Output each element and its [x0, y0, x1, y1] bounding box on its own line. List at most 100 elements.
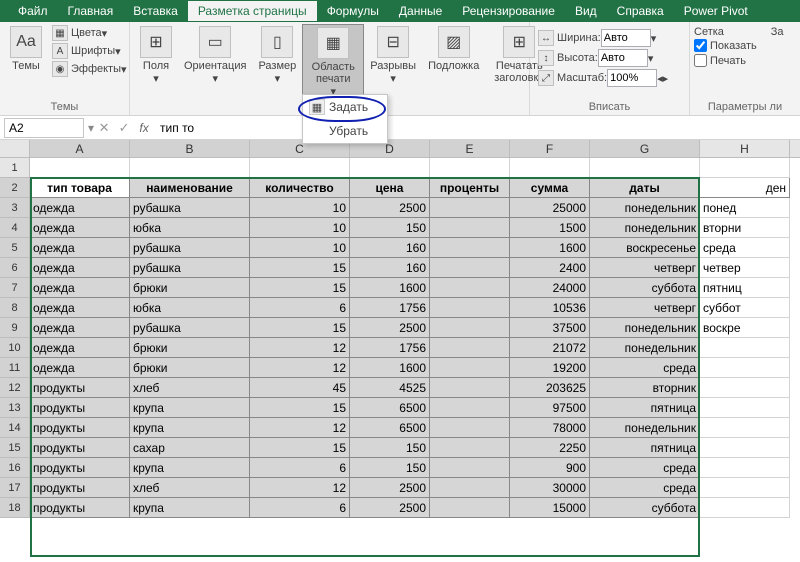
cell[interactable]: юбка [130, 218, 250, 238]
row-header[interactable]: 13 [0, 398, 30, 418]
cell[interactable]: 15 [250, 278, 350, 298]
cell[interactable]: 37500 [510, 318, 590, 338]
cell[interactable]: суббота [590, 278, 700, 298]
row-header[interactable]: 6 [0, 258, 30, 278]
cell[interactable]: одежда [30, 278, 130, 298]
cell[interactable]: 15 [250, 438, 350, 458]
cell[interactable]: 1756 [350, 298, 430, 318]
tab-review[interactable]: Рецензирование [452, 1, 565, 21]
col-header[interactable]: A [30, 140, 130, 157]
row-header[interactable]: 9 [0, 318, 30, 338]
cell[interactable]: 15000 [510, 498, 590, 518]
tab-home[interactable]: Главная [58, 1, 124, 21]
cell[interactable]: 2500 [350, 498, 430, 518]
cell[interactable] [700, 358, 790, 378]
cell[interactable]: 30000 [510, 478, 590, 498]
cell[interactable]: вторни [700, 218, 790, 238]
cell[interactable]: 2500 [350, 198, 430, 218]
print-area-button[interactable]: ▦Область печати▾ [302, 24, 364, 101]
cell[interactable]: продукты [30, 398, 130, 418]
cell[interactable]: одежда [30, 198, 130, 218]
cell[interactable]: вторник [590, 378, 700, 398]
cell[interactable]: пятниц [700, 278, 790, 298]
cell[interactable]: суббота [590, 498, 700, 518]
cell[interactable]: хлеб [130, 378, 250, 398]
cell[interactable]: 150 [350, 438, 430, 458]
cell[interactable]: продукты [30, 478, 130, 498]
grid-show-check[interactable]: Показать [694, 38, 757, 53]
cell[interactable]: 6500 [350, 418, 430, 438]
name-box[interactable] [4, 118, 84, 138]
print-area-clear[interactable]: ▦Убрать [303, 119, 387, 143]
cell[interactable]: продукты [30, 458, 130, 478]
cell[interactable] [700, 418, 790, 438]
print-area-set[interactable]: ▦Задать [303, 95, 387, 119]
cell[interactable] [430, 338, 510, 358]
cell[interactable]: одежда [30, 358, 130, 378]
cell[interactable]: 97500 [510, 398, 590, 418]
cell[interactable]: понедельник [590, 318, 700, 338]
cell[interactable]: 25000 [510, 198, 590, 218]
tab-insert[interactable]: Вставка [123, 1, 188, 21]
row-header[interactable]: 18 [0, 498, 30, 518]
fonts-button[interactable]: AШрифты ▾ [48, 42, 131, 60]
cell[interactable]: среда [700, 238, 790, 258]
cell[interactable]: брюки [130, 338, 250, 358]
col-header[interactable]: B [130, 140, 250, 157]
cell[interactable] [430, 358, 510, 378]
scale-width-input[interactable] [601, 29, 651, 47]
cell[interactable]: хлеб [130, 478, 250, 498]
row-header[interactable]: 15 [0, 438, 30, 458]
cell[interactable]: 10536 [510, 298, 590, 318]
cell[interactable]: одежда [30, 218, 130, 238]
cell[interactable]: 2500 [350, 318, 430, 338]
cell[interactable]: 6 [250, 498, 350, 518]
cell[interactable]: четвер [700, 258, 790, 278]
cell[interactable] [700, 498, 790, 518]
cell[interactable]: 2500 [350, 478, 430, 498]
cell[interactable]: понедельник [590, 338, 700, 358]
cell[interactable]: 150 [350, 218, 430, 238]
cell[interactable]: крупа [130, 498, 250, 518]
cell[interactable]: четверг [590, 258, 700, 278]
cell[interactable] [430, 378, 510, 398]
cell[interactable]: 6500 [350, 398, 430, 418]
cell[interactable]: пятница [590, 438, 700, 458]
row-header[interactable]: 14 [0, 418, 30, 438]
cell[interactable] [430, 318, 510, 338]
row-header[interactable]: 17 [0, 478, 30, 498]
cell[interactable]: рубашка [130, 198, 250, 218]
tab-data[interactable]: Данные [389, 1, 452, 21]
cell[interactable]: 4525 [350, 378, 430, 398]
colors-button[interactable]: ▦Цвета ▾ [48, 24, 131, 42]
cell[interactable] [430, 278, 510, 298]
row-header[interactable]: 3 [0, 198, 30, 218]
size-button[interactable]: ▯Размер▾ [252, 24, 302, 87]
cell[interactable]: 10 [250, 198, 350, 218]
cell[interactable] [430, 298, 510, 318]
cell[interactable]: брюки [130, 278, 250, 298]
cell[interactable]: сахар [130, 438, 250, 458]
cell[interactable]: 1500 [510, 218, 590, 238]
cell[interactable]: 203625 [510, 378, 590, 398]
row-header[interactable]: 5 [0, 238, 30, 258]
cell[interactable]: одежда [30, 258, 130, 278]
tab-page-layout[interactable]: Разметка страницы [188, 1, 317, 21]
cell[interactable]: 150 [350, 458, 430, 478]
formula-input[interactable] [154, 121, 800, 135]
cell[interactable]: одежда [30, 298, 130, 318]
cell[interactable]: 10 [250, 238, 350, 258]
cell[interactable]: среда [590, 458, 700, 478]
cell[interactable]: продукты [30, 438, 130, 458]
col-header[interactable]: E [430, 140, 510, 157]
cell[interactable]: понед [700, 198, 790, 218]
cell[interactable]: 12 [250, 418, 350, 438]
tab-power-pivot[interactable]: Power Pivot [674, 1, 758, 21]
cell[interactable]: рубашка [130, 258, 250, 278]
cell[interactable]: среда [590, 358, 700, 378]
cell[interactable]: суббот [700, 298, 790, 318]
cell[interactable] [700, 478, 790, 498]
cell[interactable]: 21072 [510, 338, 590, 358]
cell[interactable]: 15 [250, 258, 350, 278]
cell[interactable]: 1600 [350, 358, 430, 378]
